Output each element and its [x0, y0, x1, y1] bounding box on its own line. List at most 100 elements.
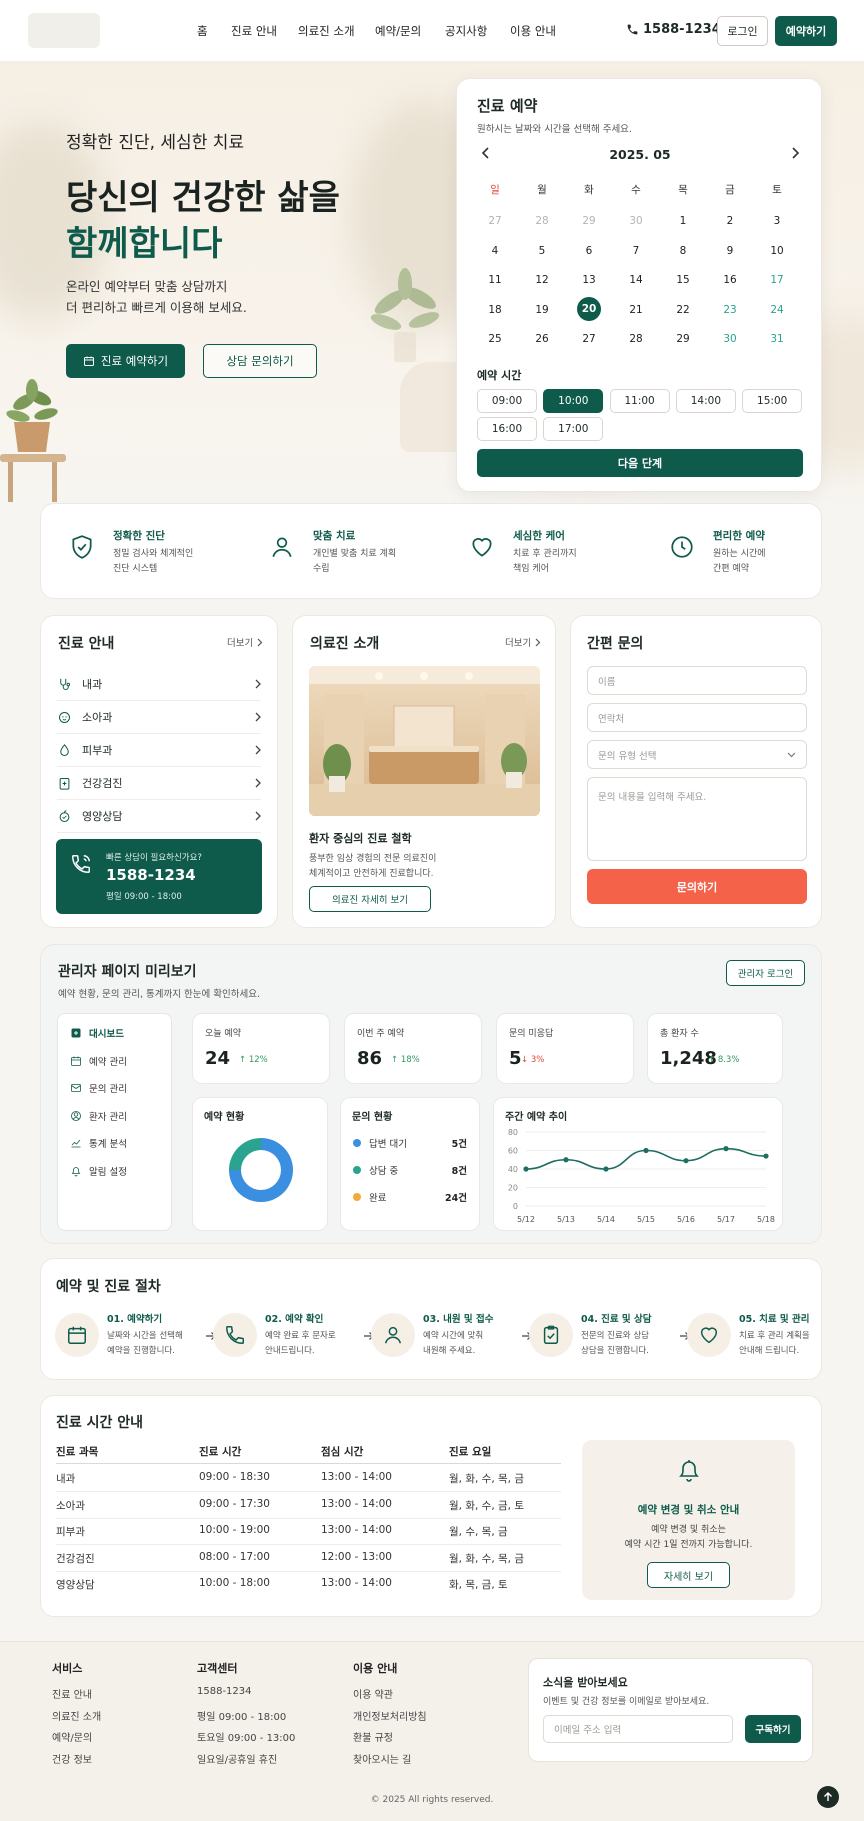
calendar-day[interactable]: 22 [668, 300, 698, 320]
department-item[interactable]: 소아과 [57, 701, 261, 734]
time-slot[interactable]: 15:00 [742, 389, 803, 413]
calendar-day[interactable]: 11 [480, 270, 510, 290]
calendar-day[interactable]: 27 [574, 329, 604, 349]
calendar-day[interactable]: 6 [574, 241, 604, 261]
calendar-day[interactable]: 30 [715, 329, 745, 349]
calendar-day[interactable]: 18 [480, 300, 510, 320]
calendar-day[interactable]: 5 [527, 241, 557, 261]
nav-guide[interactable]: 이용 안내 [510, 0, 556, 62]
inquiry-type-select[interactable]: 문의 유형 선택 [587, 740, 807, 769]
calendar-day[interactable]: 7 [621, 241, 651, 261]
admin-menu-item[interactable]: 대시보드 [70, 1022, 124, 1044]
notice-detail-button[interactable]: 자세히 보기 [647, 1562, 730, 1588]
calendar-day[interactable]: 28 [527, 211, 557, 231]
nav-doctors[interactable]: 의료진 소개 [298, 0, 355, 62]
time-slot[interactable]: 10:00 [543, 389, 604, 413]
time-slot[interactable]: 17:00 [543, 416, 604, 441]
stat-delta: ↑ 12% [239, 1055, 268, 1065]
calendar-day[interactable]: 13 [574, 270, 604, 290]
calendar-day[interactable]: 17 [762, 270, 792, 290]
nav-notice[interactable]: 공지사항 [445, 0, 487, 62]
doctors-detail-button[interactable]: 의료진 자세히 보기 [309, 886, 431, 912]
consult-banner[interactable]: 빠른 상담이 필요하신가요? 1588-1234 평일 09:00 - 18:0… [56, 839, 262, 914]
time-slot[interactable]: 09:00 [477, 389, 537, 413]
admin-menu-item[interactable]: 예약 관리 [70, 1050, 127, 1072]
calendar-day[interactable]: 28 [621, 329, 651, 349]
calendar-day[interactable]: 10 [762, 241, 792, 261]
footer-link[interactable]: 일요일/공휴일 휴진 [197, 1751, 277, 1766]
scroll-top-button[interactable] [817, 1786, 839, 1808]
weekday-label: 토 [772, 184, 782, 196]
calendar-day[interactable]: 29 [668, 329, 698, 349]
footer-link[interactable]: 1588-1234 [197, 1686, 252, 1697]
weekly-trend-title: 주간 예약 추이 [505, 1112, 568, 1123]
department-item[interactable]: 내과 [57, 668, 261, 701]
calendar-day[interactable]: 26 [527, 329, 557, 349]
admin-menu-item[interactable]: 통계 분석 [70, 1132, 127, 1154]
doctors-more-link[interactable]: 더보기 [505, 635, 541, 649]
calendar-day[interactable]: 1 [668, 211, 698, 231]
reserve-button[interactable]: 예약하기 [775, 16, 837, 46]
calendar-day[interactable]: 25 [480, 329, 510, 349]
footer-link[interactable]: 진료 안내 [52, 1686, 92, 1701]
departments-more-link[interactable]: 더보기 [227, 635, 263, 649]
admin-menu-item[interactable]: 알림 설정 [70, 1160, 127, 1182]
calendar-day[interactable]: 27 [480, 211, 510, 231]
calendar-day[interactable]: 31 [762, 329, 792, 349]
footer-link[interactable]: 이용 약관 [353, 1686, 393, 1701]
subscribe-button[interactable]: 구독하기 [745, 1715, 801, 1743]
next-step-button[interactable]: 다음 단계 [477, 449, 803, 477]
next-month-icon[interactable] [790, 147, 800, 159]
header-phone[interactable]: 1588-1234 [643, 22, 721, 37]
hero-reserve-button[interactable]: 진료 예약하기 [66, 344, 185, 378]
hero-consult-button[interactable]: 상담 문의하기 [203, 344, 317, 378]
calendar-day[interactable]: 15 [668, 270, 698, 290]
department-label: 소아과 [82, 711, 113, 724]
login-button[interactable]: 로그인 [717, 16, 768, 46]
calendar-day[interactable]: 29 [574, 211, 604, 231]
admin-menu-item[interactable]: 환자 관리 [70, 1105, 127, 1127]
calendar-day[interactable]: 4 [480, 241, 510, 261]
inquiry-submit-button[interactable]: 문의하기 [587, 869, 807, 904]
footer-link[interactable]: 개인정보처리방침 [353, 1708, 427, 1723]
department-item[interactable]: 피부과 [57, 734, 261, 767]
feature-desc-line2: 간편 예약 [713, 564, 749, 574]
calendar-day[interactable]: 19 [527, 300, 557, 320]
nav-reservation[interactable]: 예약/문의 [375, 0, 421, 62]
footer-link[interactable]: 의료진 소개 [52, 1708, 101, 1723]
booking-month: 2025. 05 [609, 147, 671, 162]
calendar-day[interactable]: 8 [668, 241, 698, 261]
calendar-day[interactable]: 30 [621, 211, 651, 231]
footer-link[interactable]: 예약/문의 [52, 1729, 92, 1744]
time-slot[interactable]: 11:00 [609, 389, 670, 413]
newsletter-email-input[interactable]: 이메일 주소 입력 [543, 1715, 733, 1743]
logo[interactable] [28, 13, 100, 48]
calendar-day[interactable]: 23 [715, 300, 745, 320]
calendar-day-selected[interactable]: 20 [577, 296, 601, 321]
footer-link[interactable]: 환불 규정 [353, 1729, 393, 1744]
time-slot[interactable]: 14:00 [675, 389, 736, 413]
footer-link[interactable]: 찾아오시는 길 [353, 1751, 411, 1766]
calendar-day[interactable]: 14 [621, 270, 651, 290]
time-slot[interactable]: 16:00 [477, 416, 537, 441]
admin-login-button[interactable]: 관리자 로그인 [726, 960, 805, 986]
calendar-day[interactable]: 16 [715, 270, 745, 290]
nav-home[interactable]: 홈 [197, 0, 208, 62]
inquiry-content-textarea[interactable]: 문의 내용을 입력해 주세요. [587, 777, 807, 861]
inquiry-name-input[interactable]: 이름 [587, 666, 807, 695]
calendar-day[interactable]: 12 [527, 270, 557, 290]
footer-link[interactable]: 건강 정보 [52, 1751, 92, 1766]
footer-link[interactable]: 토요일 09:00 - 13:00 [197, 1729, 295, 1744]
department-item[interactable]: 영양상담 [57, 800, 261, 833]
calendar-day[interactable]: 24 [762, 300, 792, 320]
department-item[interactable]: 건강검진 [57, 767, 261, 800]
footer-link[interactable]: 평일 09:00 - 18:00 [197, 1708, 286, 1723]
calendar-day[interactable]: 2 [715, 211, 745, 231]
calendar-day[interactable]: 3 [762, 211, 792, 231]
admin-menu-item[interactable]: 문의 관리 [70, 1077, 127, 1099]
calendar-day[interactable]: 21 [621, 300, 651, 320]
inquiry-phone-input[interactable]: 연락처 [587, 703, 807, 732]
inquiry-status-count: 8건 [451, 1166, 467, 1177]
nav-departments[interactable]: 진료 안내 [231, 0, 277, 62]
calendar-day[interactable]: 9 [715, 241, 745, 261]
